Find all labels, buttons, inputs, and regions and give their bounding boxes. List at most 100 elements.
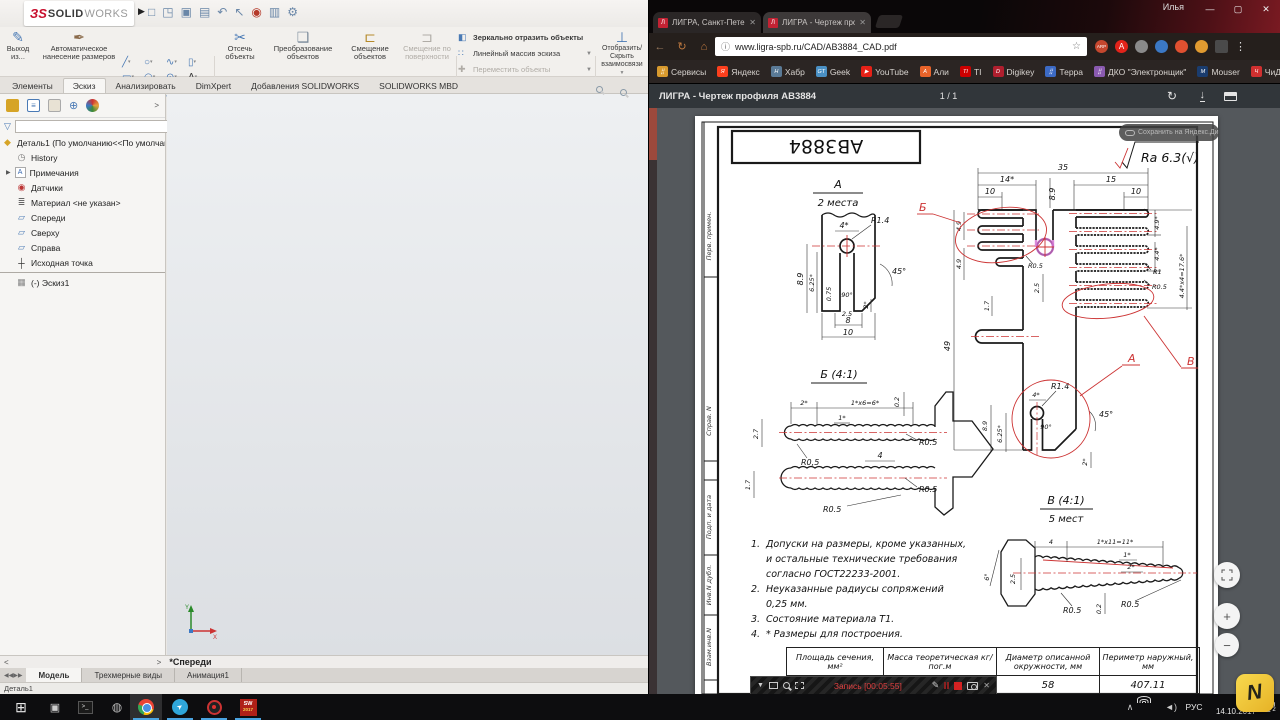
chevron-down-icon[interactable]: ▼ <box>757 682 764 689</box>
home-icon[interactable]: ⌂ <box>693 41 715 53</box>
telegram-taskbar-icon[interactable]: ➤ <box>164 694 196 720</box>
chevron-down-icon[interactable]: ▼ <box>586 51 592 57</box>
tree-item-right-plane[interactable]: ▱ Справа <box>0 240 165 255</box>
expand-arrow-icon[interactable]: ▶ <box>6 169 11 176</box>
extension-icon[interactable] <box>1155 40 1168 53</box>
page-info-icon[interactable]: ⓘ <box>721 40 730 53</box>
zoom-in-button[interactable]: + <box>1214 603 1240 629</box>
recorder-taskbar-icon[interactable] <box>198 694 230 720</box>
bookmark-item[interactable]: ⣿Терра <box>1045 66 1083 77</box>
speaker-icon[interactable]: ◄) <box>1162 697 1180 717</box>
stop-icon[interactable] <box>954 682 962 690</box>
tab-scroll-icons[interactable]: ◀◀▶▶ <box>0 668 26 682</box>
dimxpert-tab-icon[interactable]: ⊕ <box>69 99 78 112</box>
tree-item-front-plane[interactable]: ▱ Спереди <box>0 210 165 225</box>
tree-item-root[interactable]: ◆ Деталь1 (По умолчанию<<По умолчан <box>0 135 165 150</box>
tree-item-origin[interactable]: ┼ Исходная точка <box>0 255 165 270</box>
screenshot-icon[interactable] <box>967 682 978 690</box>
tree-item-top-plane[interactable]: ▱ Сверху <box>0 225 165 240</box>
satellite-app-icon[interactable]: ◍ <box>104 697 130 717</box>
bookmark-item[interactable]: ЧЧиД <box>1251 66 1280 77</box>
bookmark-star-icon[interactable]: ☆ <box>1072 41 1081 52</box>
tree-item-history[interactable]: ◷ History <box>0 150 165 165</box>
offset-entities-button[interactable]: ⊏ Смещение объектов <box>344 30 396 61</box>
bookmark-item[interactable]: HХабр <box>771 66 805 77</box>
cmd-taskbar-icon[interactable]: >_ <box>72 697 98 717</box>
sw-graphics-area[interactable]: Y X <box>167 94 648 655</box>
reload-icon[interactable]: ↻ <box>671 40 693 53</box>
minimize-button[interactable]: — <box>1196 0 1224 18</box>
line-tool-icon[interactable]: ╱ <box>122 57 144 72</box>
extension-icon[interactable] <box>1215 40 1228 53</box>
new-tab-button[interactable] <box>875 15 903 28</box>
scroll-right-icon[interactable]: > <box>153 658 166 667</box>
configuration-tab-icon[interactable] <box>48 99 61 112</box>
propertymanager-tab-icon[interactable]: ≡ <box>27 99 40 112</box>
bookmark-item[interactable]: MMouser <box>1197 66 1239 77</box>
region-select-icon[interactable] <box>795 682 804 689</box>
mirror-entities-button[interactable]: ◧ Зеркально отразить объекты <box>458 30 592 45</box>
tab-elements[interactable]: Элементы <box>2 78 63 93</box>
tab-model[interactable]: Модель <box>26 668 82 682</box>
options-icon[interactable]: ⚙ <box>287 4 298 20</box>
profile-name[interactable]: Илья <box>1163 2 1184 12</box>
zoom-out-button[interactable]: − <box>1215 633 1239 657</box>
scroll-left-icon[interactable]: < <box>0 658 13 667</box>
tab-animation1[interactable]: Анимация1 <box>175 668 242 682</box>
exit-sketch-button[interactable]: ✎ Выход из... <box>2 30 34 61</box>
slot-tool-icon[interactable]: ▯ <box>188 57 210 72</box>
back-icon[interactable]: ← <box>649 41 671 53</box>
pdf-scrollbar[interactable] <box>649 108 657 694</box>
rollback-bar[interactable] <box>0 272 165 273</box>
bookmark-item[interactable]: ⣿Сервисы <box>657 66 706 77</box>
tab-3d-views[interactable]: Трехмерные виды <box>82 668 175 682</box>
circle-tool-icon[interactable]: ○ <box>144 57 166 72</box>
tree-item-sensors[interactable]: ◉ Датчики <box>0 180 165 195</box>
convert-entities-button[interactable]: ❑ Преобразование объектов <box>266 30 340 61</box>
print-icon[interactable] <box>1224 92 1237 101</box>
display-relations-button[interactable]: ⊥ Отобразить/Скрыть взаимосвязи ▼ <box>598 30 646 77</box>
tab-close-icon[interactable]: ✕ <box>749 18 756 27</box>
browser-tab-1[interactable]: Л ЛИГРА, Санкт-Петербур ✕ <box>653 12 761 33</box>
featuremanager-tab-icon[interactable] <box>6 99 19 112</box>
adobe-pdf-icon[interactable]: A <box>1115 40 1128 53</box>
properties-icon[interactable]: ▥ <box>269 4 280 20</box>
spline-tool-icon[interactable]: ∿ <box>166 57 188 72</box>
extension-icon[interactable] <box>1195 40 1208 53</box>
tab-dimxpert[interactable]: DimXpert <box>186 78 241 93</box>
bookmark-item[interactable]: ▶YouTube <box>861 66 908 77</box>
save-to-yandex-disk-button[interactable]: Сохранить на Яндекс.Диск <box>1119 124 1219 141</box>
undo-icon[interactable]: ↶ <box>217 4 227 20</box>
extension-icon[interactable] <box>1175 40 1188 53</box>
bookmark-item[interactable]: ЯЯндекс <box>717 66 760 77</box>
rebuild-icon[interactable]: ◉ <box>251 4 261 20</box>
tab-mbd[interactable]: SOLIDWORKS MBD <box>369 78 468 93</box>
pencil-icon[interactable]: ✎ <box>932 680 940 691</box>
browser-tab-2-active[interactable]: Л ЛИГРА - Чертеж профи ✕ <box>763 12 871 33</box>
linear-pattern-button[interactable]: ∷ Линейный массив эскиза ▼ <box>458 46 592 61</box>
trim-entities-button[interactable]: ✂ Отсечь объекты <box>218 30 262 61</box>
close-button[interactable]: ✕ <box>1252 0 1280 18</box>
select-icon[interactable]: ↖ <box>234 4 244 20</box>
tab-sketch[interactable]: Эскиз <box>63 78 106 93</box>
chrome-menu-icon[interactable]: ⋮ <box>1235 40 1246 53</box>
tab-close-icon[interactable]: ✕ <box>859 18 866 27</box>
tab-addins[interactable]: Добавления SOLIDWORKS <box>241 78 369 93</box>
rotate-icon[interactable]: ↻ <box>1167 89 1177 103</box>
language-indicator[interactable]: РУС <box>1182 697 1206 717</box>
chrome-taskbar-icon[interactable] <box>130 694 162 720</box>
start-button[interactable]: ⊞ <box>8 697 34 717</box>
fit-to-page-button[interactable] <box>1214 562 1240 588</box>
close-icon[interactable]: ✕ <box>983 681 990 690</box>
open-document-icon[interactable]: ◳ <box>162 4 173 20</box>
omnibox[interactable]: ⓘ ☆ <box>715 37 1087 56</box>
tray-chevron-icon[interactable]: ∧ <box>1122 697 1138 717</box>
panel-expand-icon[interactable]: > <box>154 101 159 110</box>
tree-item-material[interactable]: ≣ Материал <не указан> <box>0 195 165 210</box>
scrollbar-thumb[interactable] <box>649 108 657 160</box>
bookmark-item[interactable]: GTGeek <box>816 66 850 77</box>
task-view-button[interactable]: ▣ <box>42 697 68 717</box>
zoom-fit-icon[interactable] <box>596 82 603 96</box>
url-input[interactable] <box>735 42 1067 52</box>
bookmark-item[interactable]: ⣿ДКО "Электронщик" <box>1094 66 1186 77</box>
